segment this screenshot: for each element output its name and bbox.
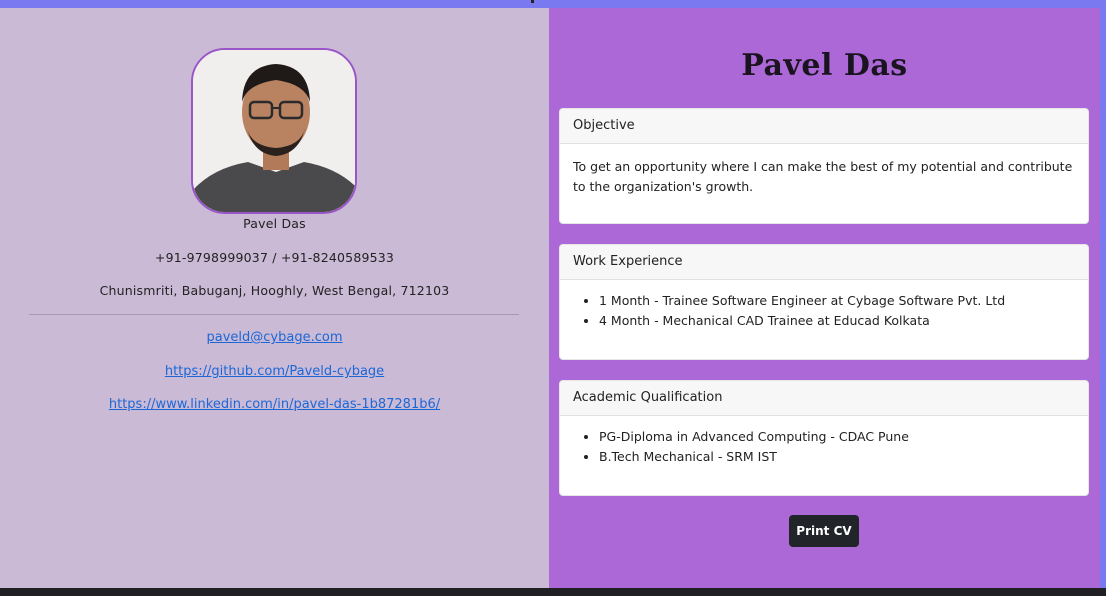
work-experience-list: 1 Month - Trainee Software Engineer at C… [573, 291, 1075, 331]
list-item: B.Tech Mechanical - SRM IST [599, 447, 1075, 467]
list-item: 4 Month - Mechanical CAD Trainee at Educ… [599, 311, 1075, 331]
print-cv-button[interactable]: Print CV [789, 515, 859, 547]
page-title: Pavel Das [741, 48, 908, 83]
academic-qualification-body: PG-Diploma in Advanced Computing - CDAC … [560, 416, 1088, 480]
email-link[interactable]: paveld@cybage.com [0, 330, 549, 345]
academic-qualification-list: PG-Diploma in Advanced Computing - CDAC … [573, 427, 1075, 467]
profile-address: Chunismriti, Babuganj, Hooghly, West Ben… [99, 283, 450, 298]
profile-name: Pavel Das [243, 216, 306, 231]
objective-text: To get an opportunity where I can make t… [573, 159, 1073, 194]
work-experience-body: 1 Month - Trainee Software Engineer at C… [560, 280, 1088, 344]
linkedin-link[interactable]: https://www.linkedin.com/in/pavel-das-1b… [0, 397, 549, 412]
list-item: PG-Diploma in Advanced Computing - CDAC … [599, 427, 1075, 447]
work-experience-card: Work Experience 1 Month - Trainee Softwa… [559, 244, 1089, 360]
objective-header: Objective [560, 109, 1088, 144]
profile-photo-image [193, 50, 355, 212]
window-notch [531, 0, 534, 3]
github-link[interactable]: https://github.com/Paveld-cybage [0, 364, 549, 379]
academic-qualification-card: Academic Qualification PG-Diploma in Adv… [559, 380, 1089, 496]
profile-phone: +91-9798999037 / +91-8240589533 [154, 250, 395, 265]
profile-divider [29, 314, 519, 315]
cv-content-panel: Pavel Das Objective To get an opportunit… [549, 8, 1100, 588]
bottom-bar [0, 588, 1106, 596]
profile-photo [191, 48, 357, 214]
cv-page: Pavel Das +91-9798999037 / +91-824058953… [0, 8, 1100, 588]
list-item: 1 Month - Trainee Software Engineer at C… [599, 291, 1075, 311]
academic-qualification-header: Academic Qualification [560, 381, 1088, 416]
profile-panel: Pavel Das +91-9798999037 / +91-824058953… [0, 8, 549, 588]
objective-card: Objective To get an opportunity where I … [559, 108, 1089, 224]
work-experience-header: Work Experience [560, 245, 1088, 280]
